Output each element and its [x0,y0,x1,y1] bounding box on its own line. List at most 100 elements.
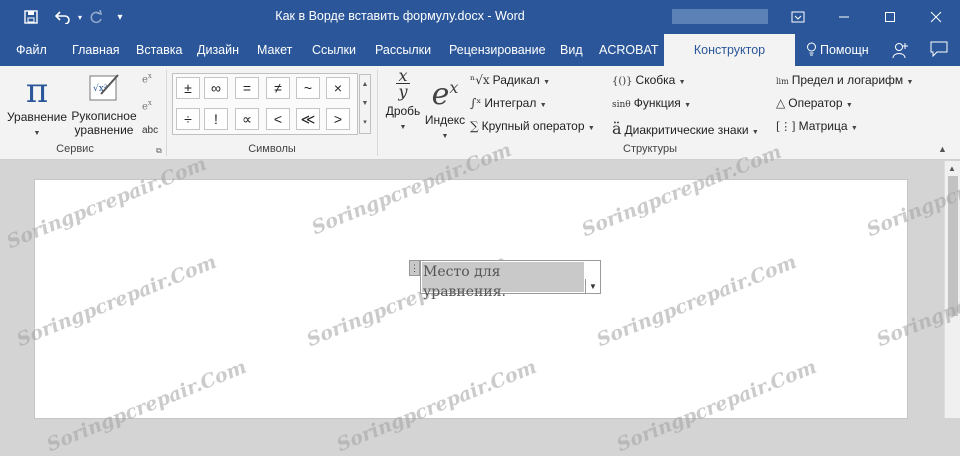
symbol-divide[interactable]: ÷ [176,108,200,130]
close-icon[interactable] [913,0,959,34]
tab-design[interactable]: Дизайн [197,34,239,66]
limit-log-button[interactable]: lim Предел и логарифм ▼ [776,73,913,87]
script-label: Индекс [424,113,466,127]
chevron-down-icon: ▼ [33,130,41,137]
radical-button[interactable]: ⁿ√x Радикал ▼ [470,73,550,87]
symbol-much-less[interactable]: ≪ [296,108,320,130]
ink-equation-button[interactable]: √x² Рукописное уравнение [70,72,138,137]
integral-label: Интеграл [484,96,537,110]
equation-button-label: Уравнение [6,110,68,124]
tab-equation-design[interactable]: Конструктор [664,34,795,66]
tab-view[interactable]: Вид [560,34,583,66]
ink-equation-label-2: уравнение [74,123,134,137]
tab-layout[interactable]: Макет [257,34,292,66]
tell-me-label: Помощн [820,43,869,57]
bracket-label: Скобка [635,73,676,87]
symbols-scroll[interactable]: ▲ ▼ ▾ [359,74,371,134]
accent-icon: ä [612,119,622,138]
tab-home[interactable]: Главная [72,34,120,66]
maximize-icon[interactable] [867,0,913,34]
professional-linear-icons[interactable]: ex ex abc [142,70,160,137]
ribbon: π Уравнение ▼ √x² Рукописное уравнение e… [0,66,960,160]
group-separator [377,70,378,156]
function-button[interactable]: sinθ Функция ▼ [612,96,691,110]
pi-icon: π [25,71,49,111]
limit-icon: lim [776,77,789,86]
radical-icon: ⁿ√x [470,73,490,87]
linear-icon[interactable]: ex [142,97,160,113]
script-button[interactable]: ex Индекс ▼ [423,70,467,144]
large-operator-button[interactable]: ∑ Крупный оператор ▼ [470,119,595,133]
ink-equation-label-1: Рукописное [71,109,137,123]
symbol-proportional[interactable]: ∝ [235,108,259,130]
bracket-button[interactable]: {()} Скобка ▼ [612,73,686,87]
tab-mailings[interactable]: Рассылки [375,34,431,66]
equation-button[interactable]: π Уравнение ▼ [5,72,69,141]
symbol-factorial[interactable]: ! [204,108,228,130]
equation-box[interactable]: Место для уравнения. ▼ [420,260,601,300]
dialog-launcher-icon[interactable]: ⧉ [156,146,162,156]
script-icon: ex [431,77,459,112]
function-label: Функция [633,96,681,110]
operator-label: Оператор [788,96,843,110]
large-operator-label: Крупный оператор [481,119,585,133]
ink-equation-icon: √x² [70,72,138,109]
function-icon: sinθ [612,100,631,110]
operator-icon: △ [776,96,786,110]
equation-options-dropdown-icon[interactable]: ▼ [585,279,600,294]
symbol-times[interactable]: × [326,77,350,99]
chevron-down-icon: ▼ [684,102,692,109]
fraction-icon: xy [383,68,423,100]
tell-me[interactable]: Помощн [806,34,869,66]
comments-icon[interactable] [930,41,948,59]
ribbon-display-options-icon[interactable] [775,0,821,34]
tab-insert[interactable]: Вставка [136,34,182,66]
chevron-down-icon: ▼ [441,133,449,140]
chevron-down-icon: ▼ [678,79,686,86]
limit-log-label: Предел и логарифм [791,73,904,87]
minimize-icon[interactable] [821,0,867,34]
operator-button[interactable]: △ Оператор ▼ [776,96,853,110]
scroll-up-icon[interactable]: ▲ [948,164,956,173]
symbol-tilde[interactable]: ~ [296,77,320,99]
chevron-down-icon: ▼ [906,79,914,86]
chevron-down-icon: ▼ [845,102,853,109]
equation-drag-handle-icon[interactable]: ⋮ [409,260,420,276]
equation-placeholder[interactable]: Место для уравнения. [422,262,584,300]
vertical-scrollbar[interactable]: ▲ [944,161,960,418]
chevron-down-icon: ▼ [543,79,551,86]
symbol-plus-minus[interactable]: ± [176,77,200,99]
tab-acrobat[interactable]: ACROBAT [599,34,659,66]
matrix-button[interactable]: [⋮] Матрица ▼ [776,119,858,133]
group-separator [166,70,167,156]
symbol-infinity[interactable]: ∞ [204,77,228,99]
integral-icon: ∫ˣ [470,96,482,110]
radical-label: Радикал [492,73,540,87]
chevron-down-icon: ▼ [751,129,759,136]
matrix-icon: [⋮] [776,120,796,133]
tab-file[interactable]: Файл [16,34,47,66]
lightbulb-icon [807,42,816,56]
chevron-down-icon: ▼ [587,125,595,132]
symbols-group-label: Символы [248,143,296,155]
fraction-button[interactable]: xy Дробь ▼ [383,68,423,135]
accent-button[interactable]: ä Диакритические знаки ▼ [612,119,759,138]
integral-button[interactable]: ∫ˣ Интеграл ▼ [470,96,547,110]
normal-text-label[interactable]: abc [142,125,160,137]
fraction-label: Дробь [385,104,421,118]
professional-icon[interactable]: ex [142,70,160,86]
symbol-greater-than[interactable]: > [326,108,350,130]
share-icon[interactable] [891,41,909,59]
title-bar: ▾ ▾ Как в Ворде вставить формулу.docx - … [0,0,960,34]
tab-review[interactable]: Рецензирование [449,34,546,66]
scroll-thumb[interactable] [948,176,958,316]
collapse-ribbon-icon[interactable]: ▲ [938,144,947,154]
blurred-account [672,9,768,24]
structures-group-label: Структуры [623,143,677,155]
service-group-label: Сервис [56,143,94,155]
chevron-down-icon: ▼ [850,125,858,132]
symbol-equals[interactable]: = [235,77,259,99]
symbol-not-equal[interactable]: ≠ [266,77,290,99]
symbol-less-than[interactable]: < [266,108,290,130]
tab-references[interactable]: Ссылки [312,34,356,66]
